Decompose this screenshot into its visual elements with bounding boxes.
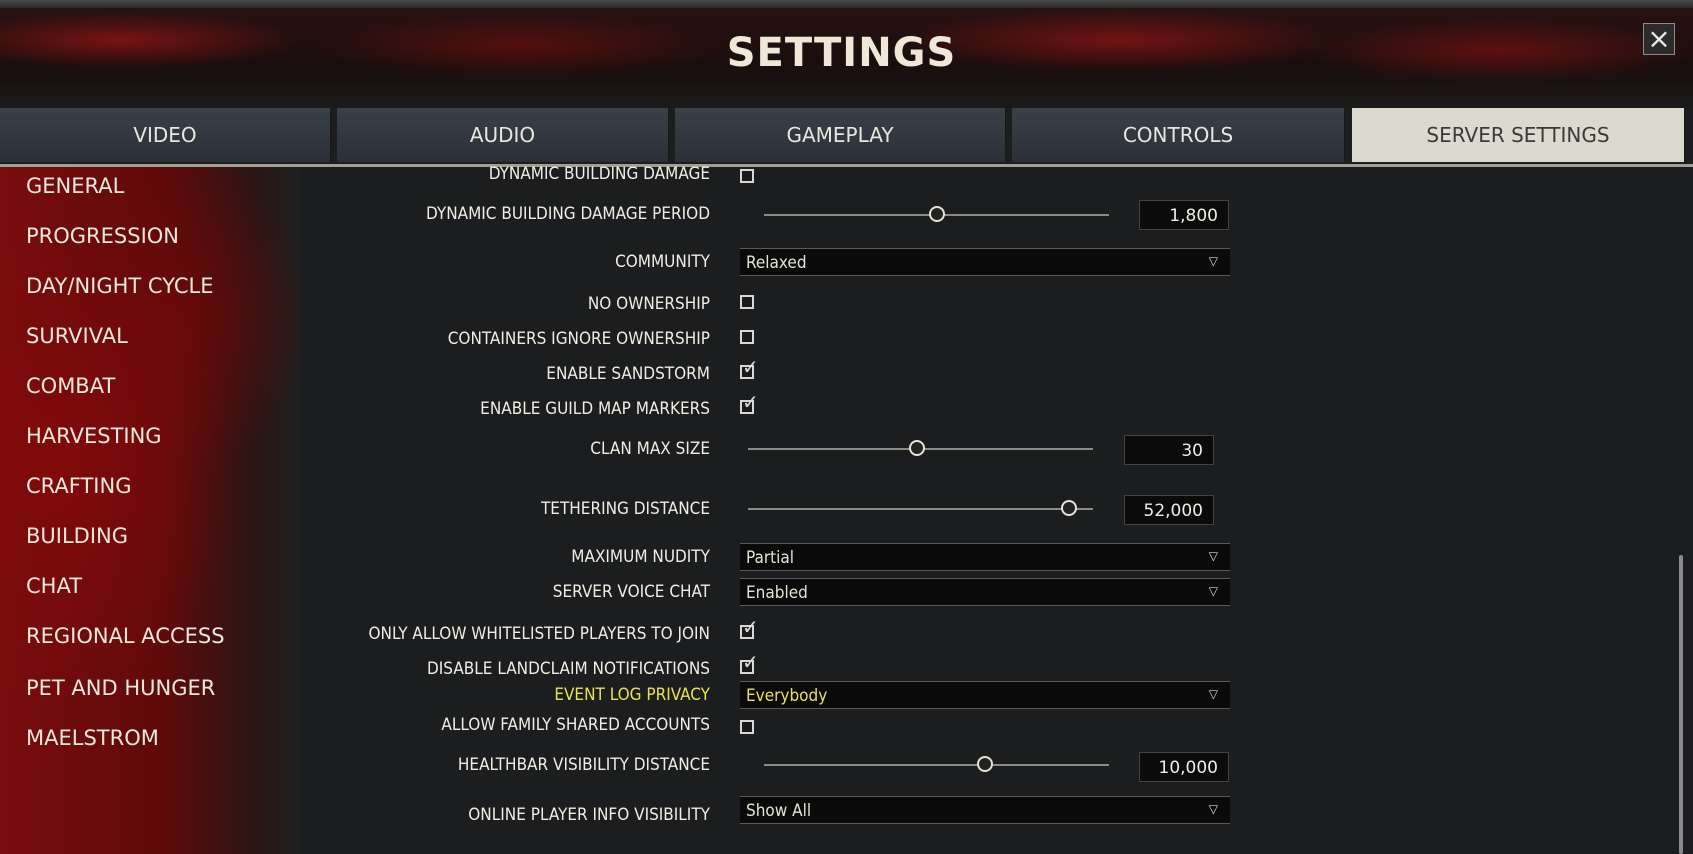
label-whitelisted-only: ONLY ALLOW WHITELISTED PLAYERS TO JOIN <box>368 624 710 644</box>
sidebar-item-general[interactable]: GENERAL <box>26 174 124 198</box>
label-allow-family-shared-accounts: ALLOW FAMILY SHARED ACCOUNTS <box>441 715 710 735</box>
slider-tethering-distance[interactable] <box>748 508 1093 510</box>
dropdown-event-log-privacy[interactable]: Everybody ▽ <box>740 681 1230 709</box>
label-enable-sandstorm: ENABLE SANDSTORM <box>546 364 710 384</box>
label-enable-guild-map-markers: ENABLE GUILD MAP MARKERS <box>480 399 710 419</box>
dropdown-community[interactable]: Relaxed ▽ <box>740 248 1230 276</box>
slider-healthbar-visibility-distance[interactable] <box>764 764 1109 766</box>
input-clan-max-size[interactable]: 30 <box>1124 435 1214 465</box>
label-community: COMMUNITY <box>615 252 710 272</box>
sidebar-item-building[interactable]: BUILDING <box>26 524 128 548</box>
tab-gameplay[interactable]: GAMEPLAY <box>675 108 1006 162</box>
label-healthbar-visibility-distance: HEALTHBAR VISIBILITY DISTANCE <box>457 755 710 775</box>
tab-audio[interactable]: AUDIO <box>337 108 669 162</box>
tab-controls[interactable]: CONTROLS <box>1012 108 1345 162</box>
label-tethering-distance: TETHERING DISTANCE <box>540 499 710 519</box>
sidebar-item-harvesting[interactable]: HARVESTING <box>26 424 162 448</box>
checkbox-allow-family-shared-accounts[interactable] <box>740 720 754 734</box>
slider-handle-tethering-distance[interactable] <box>1060 500 1077 516</box>
tab-server-settings[interactable]: SERVER SETTINGS <box>1352 108 1685 162</box>
sidebar-item-pet-and-hunger[interactable]: PET AND HUNGER <box>26 676 215 700</box>
checkbox-whitelisted-only[interactable] <box>740 615 759 639</box>
label-maximum-nudity: MAXIMUM NUDITY <box>571 547 710 567</box>
dropdown-value: Enabled <box>746 583 808 603</box>
input-dynamic-building-damage-period[interactable]: 1,800 <box>1139 200 1229 230</box>
label-dynamic-building-damage-period: DYNAMIC BUILDING DAMAGE PERIOD <box>426 204 710 224</box>
dropdown-value: Show All <box>746 801 812 821</box>
sidebar-item-crafting[interactable]: CRAFTING <box>26 474 131 498</box>
tab-bar: VIDEO AUDIO GAMEPLAY CONTROLS SERVER SET… <box>0 108 1693 167</box>
checkbox-no-ownership[interactable] <box>740 295 754 309</box>
sidebar-item-combat[interactable]: COMBAT <box>26 374 115 398</box>
checkbox-dynamic-building-damage[interactable] <box>740 169 754 183</box>
label-containers-ignore-ownership: CONTAINERS IGNORE OWNERSHIP <box>447 329 710 349</box>
slider-handle-healthbar-visibility-distance[interactable] <box>976 756 993 772</box>
sidebar-item-day-night-cycle[interactable]: DAY/NIGHT CYCLE <box>26 274 214 298</box>
label-server-voice-chat: SERVER VOICE CHAT <box>552 582 710 602</box>
settings-header: SETTINGS × <box>0 0 1693 108</box>
chevron-down-icon: ▽ <box>1208 687 1218 701</box>
page-title: SETTINGS <box>726 30 957 76</box>
slider-handle-clan-max-size[interactable] <box>909 440 926 456</box>
checkbox-enable-guild-map-markers[interactable] <box>740 390 759 414</box>
chevron-down-icon: ▽ <box>1208 802 1218 816</box>
input-tethering-distance[interactable]: 52,000 <box>1124 495 1214 525</box>
checkbox-disable-landclaim-notifications[interactable] <box>740 650 759 674</box>
dropdown-value: Relaxed <box>746 253 807 273</box>
dropdown-value: Everybody <box>746 686 828 706</box>
checkbox-containers-ignore-ownership[interactable] <box>740 330 754 344</box>
sidebar-item-chat[interactable]: CHAT <box>26 574 82 598</box>
label-disable-landclaim-notifications: DISABLE LANDCLAIM NOTIFICATIONS <box>427 659 710 679</box>
sidebar-item-maelstrom[interactable]: MAELSTROM <box>26 726 159 750</box>
chevron-down-icon: ▽ <box>1208 584 1218 598</box>
dropdown-maximum-nudity[interactable]: Partial ▽ <box>740 543 1230 571</box>
sidebar-item-survival[interactable]: SURVIVAL <box>26 324 128 348</box>
label-clan-max-size: CLAN MAX SIZE <box>590 439 710 459</box>
category-sidebar: GENERAL PROGRESSION DAY/NIGHT CYCLE SURV… <box>0 167 300 854</box>
checkbox-enable-sandstorm[interactable] <box>740 355 759 379</box>
dropdown-online-player-info-visibility[interactable]: Show All ▽ <box>740 796 1230 824</box>
input-healthbar-visibility-distance[interactable]: 10,000 <box>1139 752 1229 782</box>
close-icon[interactable]: × <box>1643 23 1675 55</box>
dropdown-server-voice-chat[interactable]: Enabled ▽ <box>740 578 1230 606</box>
label-no-ownership: NO OWNERSHIP <box>587 294 710 314</box>
tab-video[interactable]: VIDEO <box>0 108 331 162</box>
label-event-log-privacy: EVENT LOG PRIVACY <box>554 685 710 705</box>
slider-handle-dynamic-building-damage-period[interactable] <box>928 206 945 222</box>
label-dynamic-building-damage: DYNAMIC BUILDING DAMAGE <box>488 164 710 184</box>
sidebar-item-progression[interactable]: PROGRESSION <box>26 224 179 248</box>
scrollbar[interactable] <box>1679 555 1683 854</box>
chevron-down-icon: ▽ <box>1208 549 1218 563</box>
label-online-player-info-visibility: ONLINE PLAYER INFO VISIBILITY <box>468 805 710 825</box>
chevron-down-icon: ▽ <box>1208 254 1218 268</box>
sidebar-item-regional-access[interactable]: REGIONAL ACCESS <box>26 624 225 648</box>
dropdown-value: Partial <box>746 548 794 568</box>
